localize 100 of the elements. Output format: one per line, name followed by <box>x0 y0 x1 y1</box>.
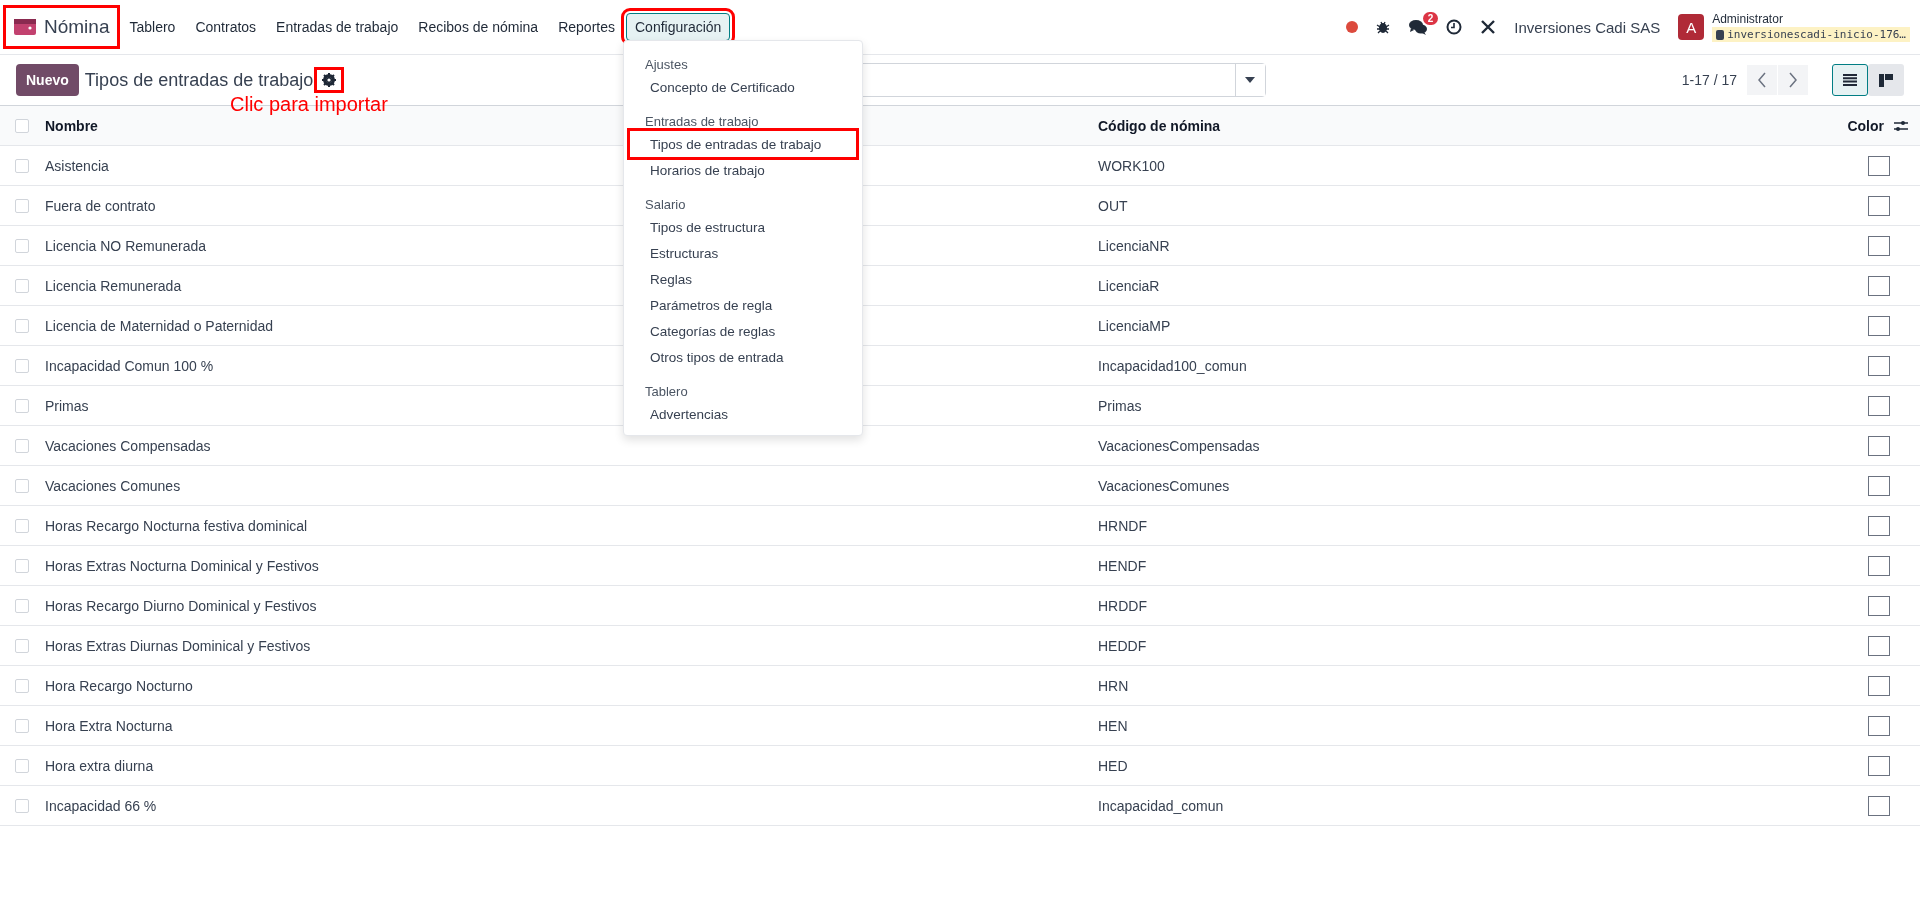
menu-item[interactable]: Contratos <box>186 13 266 41</box>
row-checkbox[interactable] <box>15 198 29 213</box>
color-swatch[interactable] <box>1868 755 1890 776</box>
column-header[interactable]: Color <box>1847 117 1884 134</box>
table-cell: VacacionesCompensadas <box>1098 437 1260 454</box>
sliders-icon[interactable] <box>1894 119 1908 132</box>
menu-section-title: Tablero <box>644 383 689 401</box>
new-button[interactable]: Nuevo <box>16 64 79 96</box>
dropdown-item[interactable]: Tipos de entradas de trabajo <box>630 131 856 157</box>
color-swatch[interactable] <box>1868 555 1890 576</box>
row-checkbox[interactable] <box>15 438 29 453</box>
menu-item[interactable]: Recibos de nómina <box>409 13 548 41</box>
dropdown-item[interactable]: Parámetros de regla <box>630 292 856 318</box>
row-checkbox[interactable] <box>15 678 29 693</box>
color-swatch[interactable] <box>1868 435 1890 456</box>
dropdown-item[interactable]: Tipos de estructura <box>630 214 856 240</box>
app-brand[interactable]: Nómina <box>8 10 116 44</box>
row-checkbox[interactable] <box>15 478 29 493</box>
color-swatch[interactable] <box>1868 315 1890 336</box>
settings-icon[interactable] <box>322 73 337 87</box>
caret-icon <box>1245 77 1255 83</box>
company-name[interactable]: Inversiones Cadi SAS <box>1514 18 1661 36</box>
color-swatch[interactable] <box>1868 715 1890 736</box>
table-cell: Primas <box>1098 397 1142 414</box>
color-swatch[interactable] <box>1868 155 1890 176</box>
color-swatch[interactable] <box>1868 675 1890 696</box>
list-icon <box>1842 73 1858 87</box>
table-cell: Licencia NO Remunerada <box>45 237 207 254</box>
color-swatch[interactable] <box>1868 395 1890 416</box>
table-cell: Fuera de contrato <box>45 197 156 214</box>
color-swatch[interactable] <box>1868 235 1890 256</box>
kanban-icon <box>1878 72 1894 88</box>
row-checkbox[interactable] <box>15 718 29 733</box>
table-cell: WORK100 <box>1098 157 1165 174</box>
dropdown-item[interactable]: Categorías de reglas <box>630 318 856 344</box>
table-cell: Horas Extras Nocturna Dominical y Festivos <box>45 557 319 574</box>
table-cell: HEN <box>1098 717 1128 734</box>
dropdown-item[interactable]: Horarios de trabajo <box>630 157 856 183</box>
table-cell: Hora extra diurna <box>45 757 154 774</box>
row-checkbox[interactable] <box>15 318 29 333</box>
chat-icon[interactable] <box>1408 19 1429 35</box>
view-button[interactable] <box>1868 64 1904 96</box>
chevron-left-icon <box>1757 72 1767 88</box>
view-button[interactable] <box>1832 64 1868 96</box>
row-checkbox[interactable] <box>15 398 29 413</box>
table-cell: HED <box>1098 757 1128 774</box>
color-swatch[interactable] <box>1868 355 1890 376</box>
table-cell: Primas <box>45 397 89 414</box>
menu-item[interactable]: Reportes <box>549 13 624 41</box>
dropdown-item[interactable]: Estructuras <box>630 240 856 266</box>
row-checkbox[interactable] <box>15 638 29 653</box>
column-header[interactable]: Código de nómina <box>1098 117 1221 134</box>
color-swatch[interactable] <box>1868 795 1890 816</box>
database-name: inversionescadi-inicio-176… <box>1712 27 1910 42</box>
table-cell: Incapacidad_comun <box>1098 797 1224 814</box>
row-checkbox[interactable] <box>15 238 29 253</box>
previous-button[interactable] <box>1747 65 1777 95</box>
table-cell: Horas Extras Diurnas Dominical y Festivos <box>45 637 311 654</box>
dropdown-item[interactable]: Otros tipos de entrada <box>630 344 856 370</box>
clock-icon[interactable] <box>1446 19 1463 35</box>
dropdown-toggle[interactable] <box>1234 64 1265 96</box>
dropdown-item[interactable]: Advertencias <box>630 401 856 427</box>
color-swatch[interactable] <box>1868 595 1890 616</box>
dropdown-item[interactable]: Concepto de Certificado <box>630 74 856 100</box>
status-dot-icon <box>1346 21 1359 33</box>
row-checkbox[interactable] <box>15 758 29 773</box>
payroll-app-icon <box>14 19 36 35</box>
row-checkbox[interactable] <box>15 558 29 573</box>
table-cell: LicenciaR <box>1098 277 1160 294</box>
next-button[interactable] <box>1778 65 1808 95</box>
row-checkbox[interactable] <box>15 278 29 293</box>
row-checkbox[interactable] <box>15 518 29 533</box>
table-cell: HRDDF <box>1098 597 1147 614</box>
table-cell: LicenciaNR <box>1098 237 1170 254</box>
color-swatch[interactable] <box>1868 475 1890 496</box>
table-cell: Vacaciones Comunes <box>45 477 181 494</box>
user-avatar[interactable]: A <box>1678 14 1705 40</box>
color-swatch[interactable] <box>1868 515 1890 536</box>
dropdown-item[interactable]: Reglas <box>630 266 856 292</box>
menu-item[interactable]: Entradas de trabajo <box>267 13 408 41</box>
row-checkbox[interactable] <box>15 158 29 173</box>
table-cell: Asistencia <box>45 157 109 174</box>
table-cell: Incapacidad Comun 100 % <box>45 357 214 374</box>
select-all-checkbox[interactable] <box>15 118 29 133</box>
table-cell: Hora Recargo Nocturno <box>45 677 193 694</box>
menu-item[interactable]: Tablero <box>120 13 185 41</box>
user-name: Administrator <box>1712 12 1784 26</box>
table-cell: HEDDF <box>1098 637 1147 654</box>
annotation-text: Clic para importar <box>230 93 388 116</box>
color-swatch[interactable] <box>1868 635 1890 656</box>
color-swatch[interactable] <box>1868 195 1890 216</box>
column-header[interactable]: Nombre <box>45 117 98 134</box>
row-checkbox[interactable] <box>15 598 29 613</box>
row-checkbox[interactable] <box>15 798 29 813</box>
bug-icon[interactable] <box>1376 20 1391 34</box>
row-checkbox[interactable] <box>15 358 29 373</box>
menu-section-title: Salario <box>644 196 687 214</box>
table-cell: HRNDF <box>1098 517 1147 534</box>
color-swatch[interactable] <box>1868 275 1890 296</box>
app-name: Nómina <box>44 16 110 38</box>
